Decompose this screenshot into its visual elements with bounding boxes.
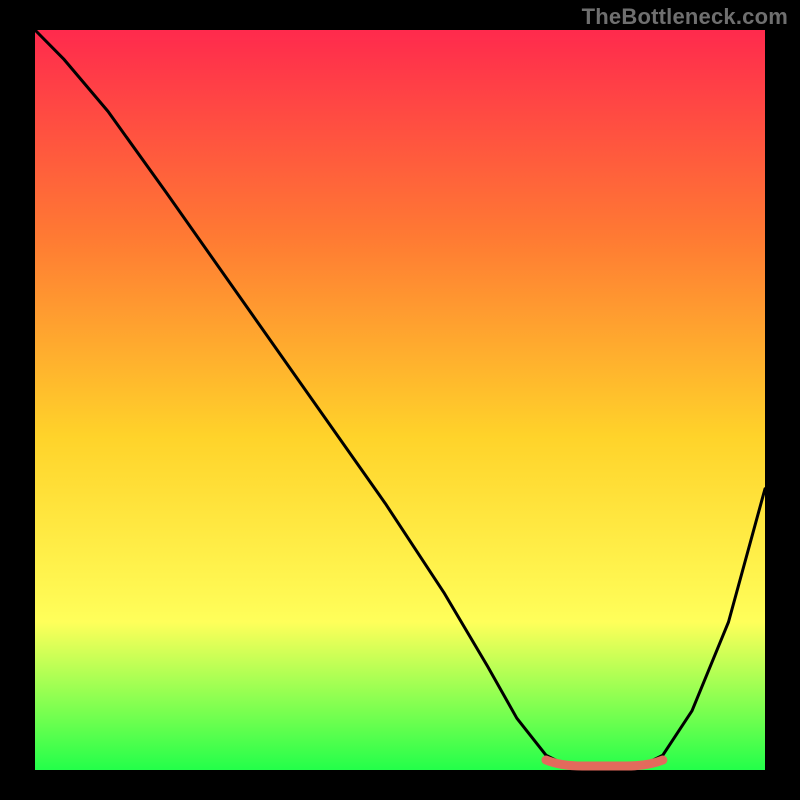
- chart-frame: { "watermark": "TheBottleneck.com", "col…: [0, 0, 800, 800]
- plot-background: [35, 30, 765, 770]
- bottleneck-chart: [0, 0, 800, 800]
